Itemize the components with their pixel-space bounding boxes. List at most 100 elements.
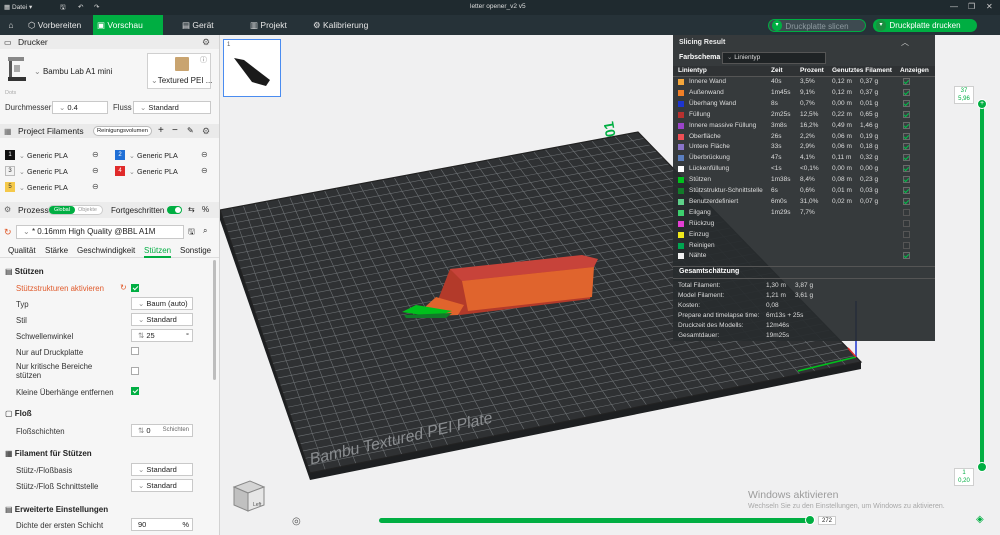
support-interface-select[interactable]: ⌄ Standard <box>131 479 193 492</box>
undo-icon[interactable]: ↶ <box>78 3 83 11</box>
filament-edit-icon[interactable]: ⊖ <box>92 166 99 175</box>
process-profile-select[interactable]: ⌄ * 0.16mm High Quality @BBL A1M <box>16 225 184 239</box>
show-line-type-checkbox[interactable] <box>903 78 910 85</box>
show-line-type-checkbox[interactable] <box>903 143 910 151</box>
filament-slot-name[interactable]: ⌄ Generic PLA <box>19 151 68 160</box>
reset-icon[interactable]: ↻ <box>4 227 12 238</box>
horizontal-slider-thumb[interactable] <box>805 515 815 525</box>
filament-edit-icon[interactable]: ⊖ <box>92 182 99 191</box>
show-line-type-checkbox[interactable] <box>903 110 910 118</box>
redo-icon[interactable]: ↷ <box>94 3 99 11</box>
filament-slot-color[interactable]: 1 <box>5 150 15 160</box>
line-type-row[interactable]: Überbrückung 47s 4,1% 0,11 m 0,32 g <box>673 153 935 164</box>
filament-edit-icon[interactable]: ⊖ <box>92 150 99 159</box>
line-type-row[interactable]: Einzug <box>673 230 935 241</box>
close-icon[interactable]: ✕ <box>986 2 993 11</box>
print-plate-button[interactable]: ▾ Druckplatte drucken <box>873 19 977 32</box>
view-cube[interactable]: Left <box>228 475 268 515</box>
show-line-type-checkbox[interactable] <box>903 176 910 184</box>
percent-icon[interactable]: % <box>202 205 209 214</box>
maximize-icon[interactable]: ❐ <box>968 2 975 11</box>
raft-layers-input[interactable]: ⇅ 0 Schichten <box>131 424 193 437</box>
tab-prepare[interactable]: ⬡ Vorbereiten <box>24 15 92 35</box>
compare-icon[interactable]: ⇆ <box>188 205 195 214</box>
filament-slot-name[interactable]: ⌄ Generic PLA <box>19 183 68 192</box>
line-type-row[interactable]: Untere Fläche 33s 2,9% 0,06 m 0,18 g <box>673 142 935 153</box>
line-type-row[interactable]: Nähte <box>673 251 935 262</box>
menu-datei[interactable]: ▦ Datei ▾ <box>4 3 32 11</box>
show-line-type-checkbox[interactable] <box>903 187 910 194</box>
gear-icon[interactable]: ⚙ <box>202 37 210 48</box>
show-line-type-checkbox[interactable] <box>903 241 910 249</box>
show-line-type-checkbox[interactable] <box>903 165 910 173</box>
save-profile-icon[interactable]: 🖫 <box>188 226 195 240</box>
show-line-type-checkbox[interactable] <box>903 219 910 227</box>
tab-device[interactable]: ▤ Gerät <box>178 15 238 35</box>
edit-icon[interactable]: ✎ <box>187 126 194 135</box>
sidebar-scrollbar[interactable] <box>213 260 216 380</box>
minimize-icon[interactable]: — <box>950 2 958 11</box>
line-type-row[interactable]: Stützen 1m38s 8,4% 0,08 m 0,23 g <box>673 175 935 186</box>
tab-quality[interactable]: Qualität <box>8 246 36 255</box>
enable-supports-checkbox[interactable] <box>131 284 139 292</box>
layer-slider-bottom-thumb[interactable] <box>977 462 987 472</box>
collapse-icon[interactable]: ︿ <box>901 37 909 48</box>
tab-project[interactable]: ▥ Projekt <box>246 15 306 35</box>
line-type-row[interactable]: Füllung 2m25s 12,5% 0,22 m 0,65 g <box>673 110 935 121</box>
line-type-row[interactable]: Überhang Wand 8s 0,7% 0,00 m 0,01 g <box>673 99 935 110</box>
color-scheme-select[interactable]: ⌄ Linientyp <box>722 52 826 64</box>
flow-select[interactable]: ⌄ Standard <box>133 101 211 114</box>
line-type-row[interactable]: Innere massive Füllung 3m8s 16,2% 0,49 m 1,4… <box>673 121 935 132</box>
cleaning-volume-button[interactable]: Reinigungsvolumen <box>93 126 152 136</box>
tab-supports[interactable]: Stützen <box>144 246 172 258</box>
line-type-row[interactable]: Oberfläche 26s 2,2% 0,06 m 0,19 g <box>673 132 935 143</box>
search-icon[interactable]: ⌕ <box>203 226 207 236</box>
show-line-type-checkbox[interactable] <box>903 197 910 205</box>
layer-slider-track[interactable] <box>980 105 984 470</box>
tab-preview[interactable]: ▣ Vorschau <box>93 15 163 35</box>
filament-edit-icon[interactable]: ⊖ <box>201 150 208 159</box>
remove-small-overhangs-checkbox[interactable] <box>131 387 139 395</box>
support-type-select[interactable]: ⌄ Baum (auto) <box>131 297 193 310</box>
tab-calibration[interactable]: ⚙ Kalibrierung <box>309 15 389 35</box>
camera-view-icon[interactable]: ◎ <box>292 516 301 527</box>
tab-speed[interactable]: Geschwindigkeit <box>77 246 135 255</box>
global-object-toggle[interactable]: Global Objekte <box>48 205 103 215</box>
show-line-type-checkbox[interactable] <box>903 88 910 96</box>
plate-type-select[interactable]: ⓘ ⌄Textured PEI ... <box>147 53 212 89</box>
line-type-row[interactable]: Lückenfüllung <1s <0,1% 0,00 m 0,00 g <box>673 164 935 175</box>
show-line-type-checkbox[interactable] <box>903 230 910 238</box>
show-line-type-checkbox[interactable] <box>903 252 910 260</box>
show-line-type-checkbox[interactable] <box>903 99 910 107</box>
horizontal-move-slider[interactable] <box>379 518 811 523</box>
advanced-toggle[interactable] <box>167 206 182 214</box>
remove-filament-icon[interactable]: − <box>172 125 178 136</box>
filament-slot-color[interactable]: 3 <box>5 166 15 176</box>
filament-slot-name[interactable]: ⌄ Generic PLA <box>19 167 68 176</box>
tab-strength[interactable]: Stärke <box>45 246 68 255</box>
layer-slider-top-thumb[interactable]: + <box>977 99 987 109</box>
show-line-type-checkbox[interactable] <box>903 208 910 216</box>
filament-slot-color[interactable]: 5 <box>5 182 15 192</box>
add-filament-icon[interactable]: + <box>158 125 164 136</box>
critical-regions-checkbox[interactable] <box>131 367 139 375</box>
show-line-type-checkbox[interactable] <box>903 121 910 129</box>
layers-icon[interactable]: ◈ <box>976 514 984 525</box>
support-base-select[interactable]: ⌄ Standard <box>131 463 193 476</box>
show-line-type-checkbox[interactable] <box>903 154 910 162</box>
home-icon[interactable]: ⌂ <box>0 15 22 35</box>
filament-slot-color[interactable]: 4 <box>115 166 125 176</box>
filament-slot-name[interactable]: ⌄ Generic PLA <box>129 151 178 160</box>
save-icon[interactable]: 🖫 <box>60 3 66 14</box>
printer-select[interactable]: ⌄ Bambu Lab A1 mini <box>34 65 144 79</box>
slice-plate-button[interactable]: ▾ Druckplatte slicen <box>768 19 866 32</box>
filament-edit-icon[interactable]: ⊖ <box>201 166 208 175</box>
plate-thumbnail[interactable]: 1 <box>223 39 281 97</box>
nozzle-select[interactable]: ⌄ 0.4 <box>52 101 108 114</box>
reset-icon[interactable]: ↻ <box>120 283 127 292</box>
line-type-row[interactable]: Innere Wand 40s 3,5% 0,12 m 0,37 g <box>673 77 935 88</box>
filament-slot-color[interactable]: 2 <box>115 150 125 160</box>
build-plate-only-checkbox[interactable] <box>131 347 139 355</box>
line-type-row[interactable]: Rückzug <box>673 219 935 230</box>
filament-slot-name[interactable]: ⌄ Generic PLA <box>129 167 178 176</box>
